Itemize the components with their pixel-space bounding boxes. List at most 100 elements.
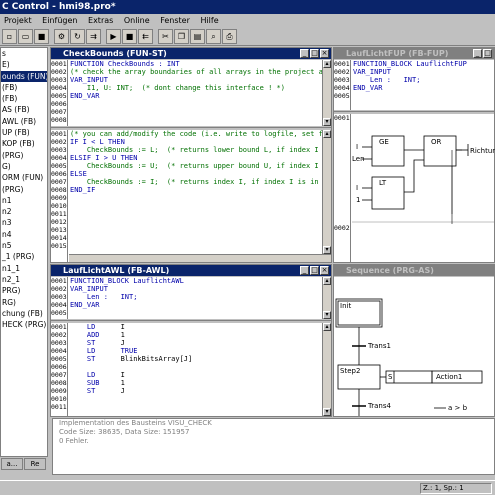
sfc-editor[interactable]: Init Trans1 Step2 S Action1 Trans4 a > b: [334, 277, 494, 416]
minimize-icon[interactable]: _: [473, 49, 482, 58]
scroll-down-icon[interactable]: ▾: [323, 118, 331, 126]
scroll-up-icon[interactable]: ▴: [323, 130, 331, 138]
menu-projekt[interactable]: Projekt: [4, 16, 32, 25]
menu-einfuegen[interactable]: Einfügen: [42, 16, 77, 25]
vertical-scrollbar[interactable]: ▴ ▾: [322, 323, 331, 416]
tree-item[interactable]: n2_1: [1, 274, 47, 285]
line-number: 0009: [51, 194, 67, 202]
run-icon[interactable]: ▶: [106, 29, 121, 44]
tab-pou[interactable]: a...: [1, 458, 23, 470]
print-icon[interactable]: ⎙: [222, 29, 237, 44]
maximize-icon[interactable]: □: [310, 266, 319, 275]
tree-item[interactable]: n2: [1, 206, 47, 217]
close-icon[interactable]: ×: [320, 49, 329, 58]
login-icon[interactable]: ⇉: [86, 29, 101, 44]
vertical-scrollbar[interactable]: ▴ ▾: [322, 130, 331, 254]
pou-tree[interactable]: s E) ounds (FUN) (FB) (FB) AS (FB) AWL (FB) UP …: [0, 47, 48, 457]
body-editor[interactable]: LD I ADD 1 ST J LD TRUE ST BlinkBitsArra…: [69, 323, 322, 416]
maximize-icon[interactable]: □: [310, 49, 319, 58]
transition-trans4[interactable]: Trans4: [368, 402, 391, 410]
transition-trans1[interactable]: Trans1: [368, 342, 391, 350]
horizontal-scrollbar[interactable]: [69, 254, 331, 262]
tree-item[interactable]: (PRG): [1, 184, 47, 195]
paste-icon[interactable]: ▤: [190, 29, 205, 44]
scroll-down-icon[interactable]: ▾: [323, 311, 331, 319]
tree-item[interactable]: n4: [1, 229, 47, 240]
tree-item[interactable]: n5: [1, 240, 47, 251]
scroll-down-icon[interactable]: ▾: [323, 408, 331, 416]
declaration-editor[interactable]: FUNCTION CheckBounds : INT (* check the a…: [69, 60, 322, 126]
menu-online[interactable]: Online: [124, 16, 150, 25]
line-number: 0002: [51, 138, 67, 146]
action-action1[interactable]: Action1: [436, 373, 462, 381]
open-folder-icon[interactable]: ▭: [18, 29, 33, 44]
sequence-title-bar[interactable]: Sequence (PRG-AS): [334, 265, 494, 276]
tree-item[interactable]: KOP (FB): [1, 138, 47, 149]
logout-icon[interactable]: ⇇: [138, 29, 153, 44]
input-i-2: I: [356, 184, 359, 192]
menu-fenster[interactable]: Fenster: [160, 16, 190, 25]
rebuild-icon[interactable]: ↻: [70, 29, 85, 44]
tab-resources[interactable]: Re: [24, 458, 46, 470]
fbd-editor[interactable]: 0001 0002 GE OR LT I Len I 1 Richtun: [334, 114, 495, 262]
code-line: Len : INT;: [70, 293, 138, 301]
tree-item[interactable]: RG): [1, 297, 47, 308]
menu-hilfe[interactable]: Hilfe: [200, 16, 218, 25]
declaration-editor[interactable]: FUNCTION_BLOCK LauflichtAWL VAR_INPUT Len…: [69, 277, 322, 319]
scroll-up-icon[interactable]: ▴: [323, 277, 331, 285]
step-step2[interactable]: Step2: [340, 367, 360, 375]
tree-item[interactable]: HECK (PRG): [1, 319, 47, 330]
code-line: END_VAR: [70, 92, 100, 100]
lauflichtawl-title-bar[interactable]: LaufLichtAWL (FB-AWL): [51, 265, 331, 276]
tree-item[interactable]: _1 (PRG): [1, 251, 47, 262]
scroll-up-icon[interactable]: ▴: [323, 323, 331, 331]
line-number: 0012: [51, 218, 67, 226]
tree-item[interactable]: E): [1, 59, 47, 70]
tree-item[interactable]: chung (FB): [1, 308, 47, 319]
find-icon[interactable]: ⌕: [206, 29, 221, 44]
window-sequence[interactable]: Sequence (PRG-AS) Init Trans1 Step2 S Ac…: [333, 264, 495, 417]
tree-item[interactable]: (FB): [1, 93, 47, 104]
code-line: LD I: [70, 371, 125, 379]
tree-item[interactable]: n1_1: [1, 263, 47, 274]
window-lauflichtawl[interactable]: LaufLichtAWL (FB-AWL) _ □ × 0001 0002 0003…: [50, 264, 332, 417]
close-icon[interactable]: ×: [320, 266, 329, 275]
tree-item[interactable]: AWL (FB): [1, 116, 47, 127]
scroll-down-icon[interactable]: ▾: [323, 246, 331, 254]
vertical-scrollbar[interactable]: ▴ ▾: [322, 277, 331, 319]
tree-item[interactable]: UP (FB): [1, 127, 47, 138]
stop-icon[interactable]: ■: [122, 29, 137, 44]
cut-icon[interactable]: ✂: [158, 29, 173, 44]
output-richtung: Richtung: [470, 147, 495, 155]
lauflichtfup-title-bar[interactable]: LaufLichtFUP (FB-FUP): [334, 48, 494, 59]
build-icon[interactable]: ⚙: [54, 29, 69, 44]
copy-icon[interactable]: ❐: [174, 29, 189, 44]
tree-item[interactable]: n1: [1, 195, 47, 206]
window-lauflichtfup[interactable]: LaufLichtFUP (FB-FUP) _ □ 0001 0002 0003 00…: [333, 47, 495, 263]
maximize-icon[interactable]: □: [483, 49, 492, 58]
checkbounds-title-bar[interactable]: CheckBounds (FUN-ST): [51, 48, 331, 59]
step-init[interactable]: Init: [340, 302, 351, 310]
tree-item[interactable]: (PRG): [1, 150, 47, 161]
line-number: 0014: [51, 234, 67, 242]
new-file-icon[interactable]: ▫: [2, 29, 17, 44]
vertical-scrollbar[interactable]: ▴ ▾: [322, 60, 331, 126]
tree-item[interactable]: ORM (FUN): [1, 172, 47, 183]
menu-extras[interactable]: Extras: [88, 16, 113, 25]
window-checkbounds[interactable]: CheckBounds (FUN-ST) _ □ × 0001 0002 0003 0…: [50, 47, 332, 263]
tree-item[interactable]: G): [1, 161, 47, 172]
tree-item[interactable]: AS (FB): [1, 104, 47, 115]
tree-item[interactable]: n3: [1, 217, 47, 228]
save-icon[interactable]: ■: [34, 29, 49, 44]
line-number: 0008: [51, 116, 67, 124]
scroll-up-icon[interactable]: ▴: [323, 60, 331, 68]
minimize-icon[interactable]: _: [300, 49, 309, 58]
tree-item[interactable]: (FB): [1, 82, 47, 93]
tree-item[interactable]: ounds (FUN): [1, 70, 47, 82]
minimize-icon[interactable]: _: [300, 266, 309, 275]
body-editor[interactable]: (* you can add/modify the code (i.e. wri…: [69, 130, 322, 254]
declaration-editor[interactable]: FUNCTION_BLOCK LauflichtFUP VAR_INPUT Len…: [352, 60, 494, 110]
tree-item[interactable]: PRG): [1, 285, 47, 296]
message-window[interactable]: Implementation des Bausteins VISU_CHECK …: [52, 418, 495, 475]
tree-item[interactable]: s: [1, 48, 47, 59]
